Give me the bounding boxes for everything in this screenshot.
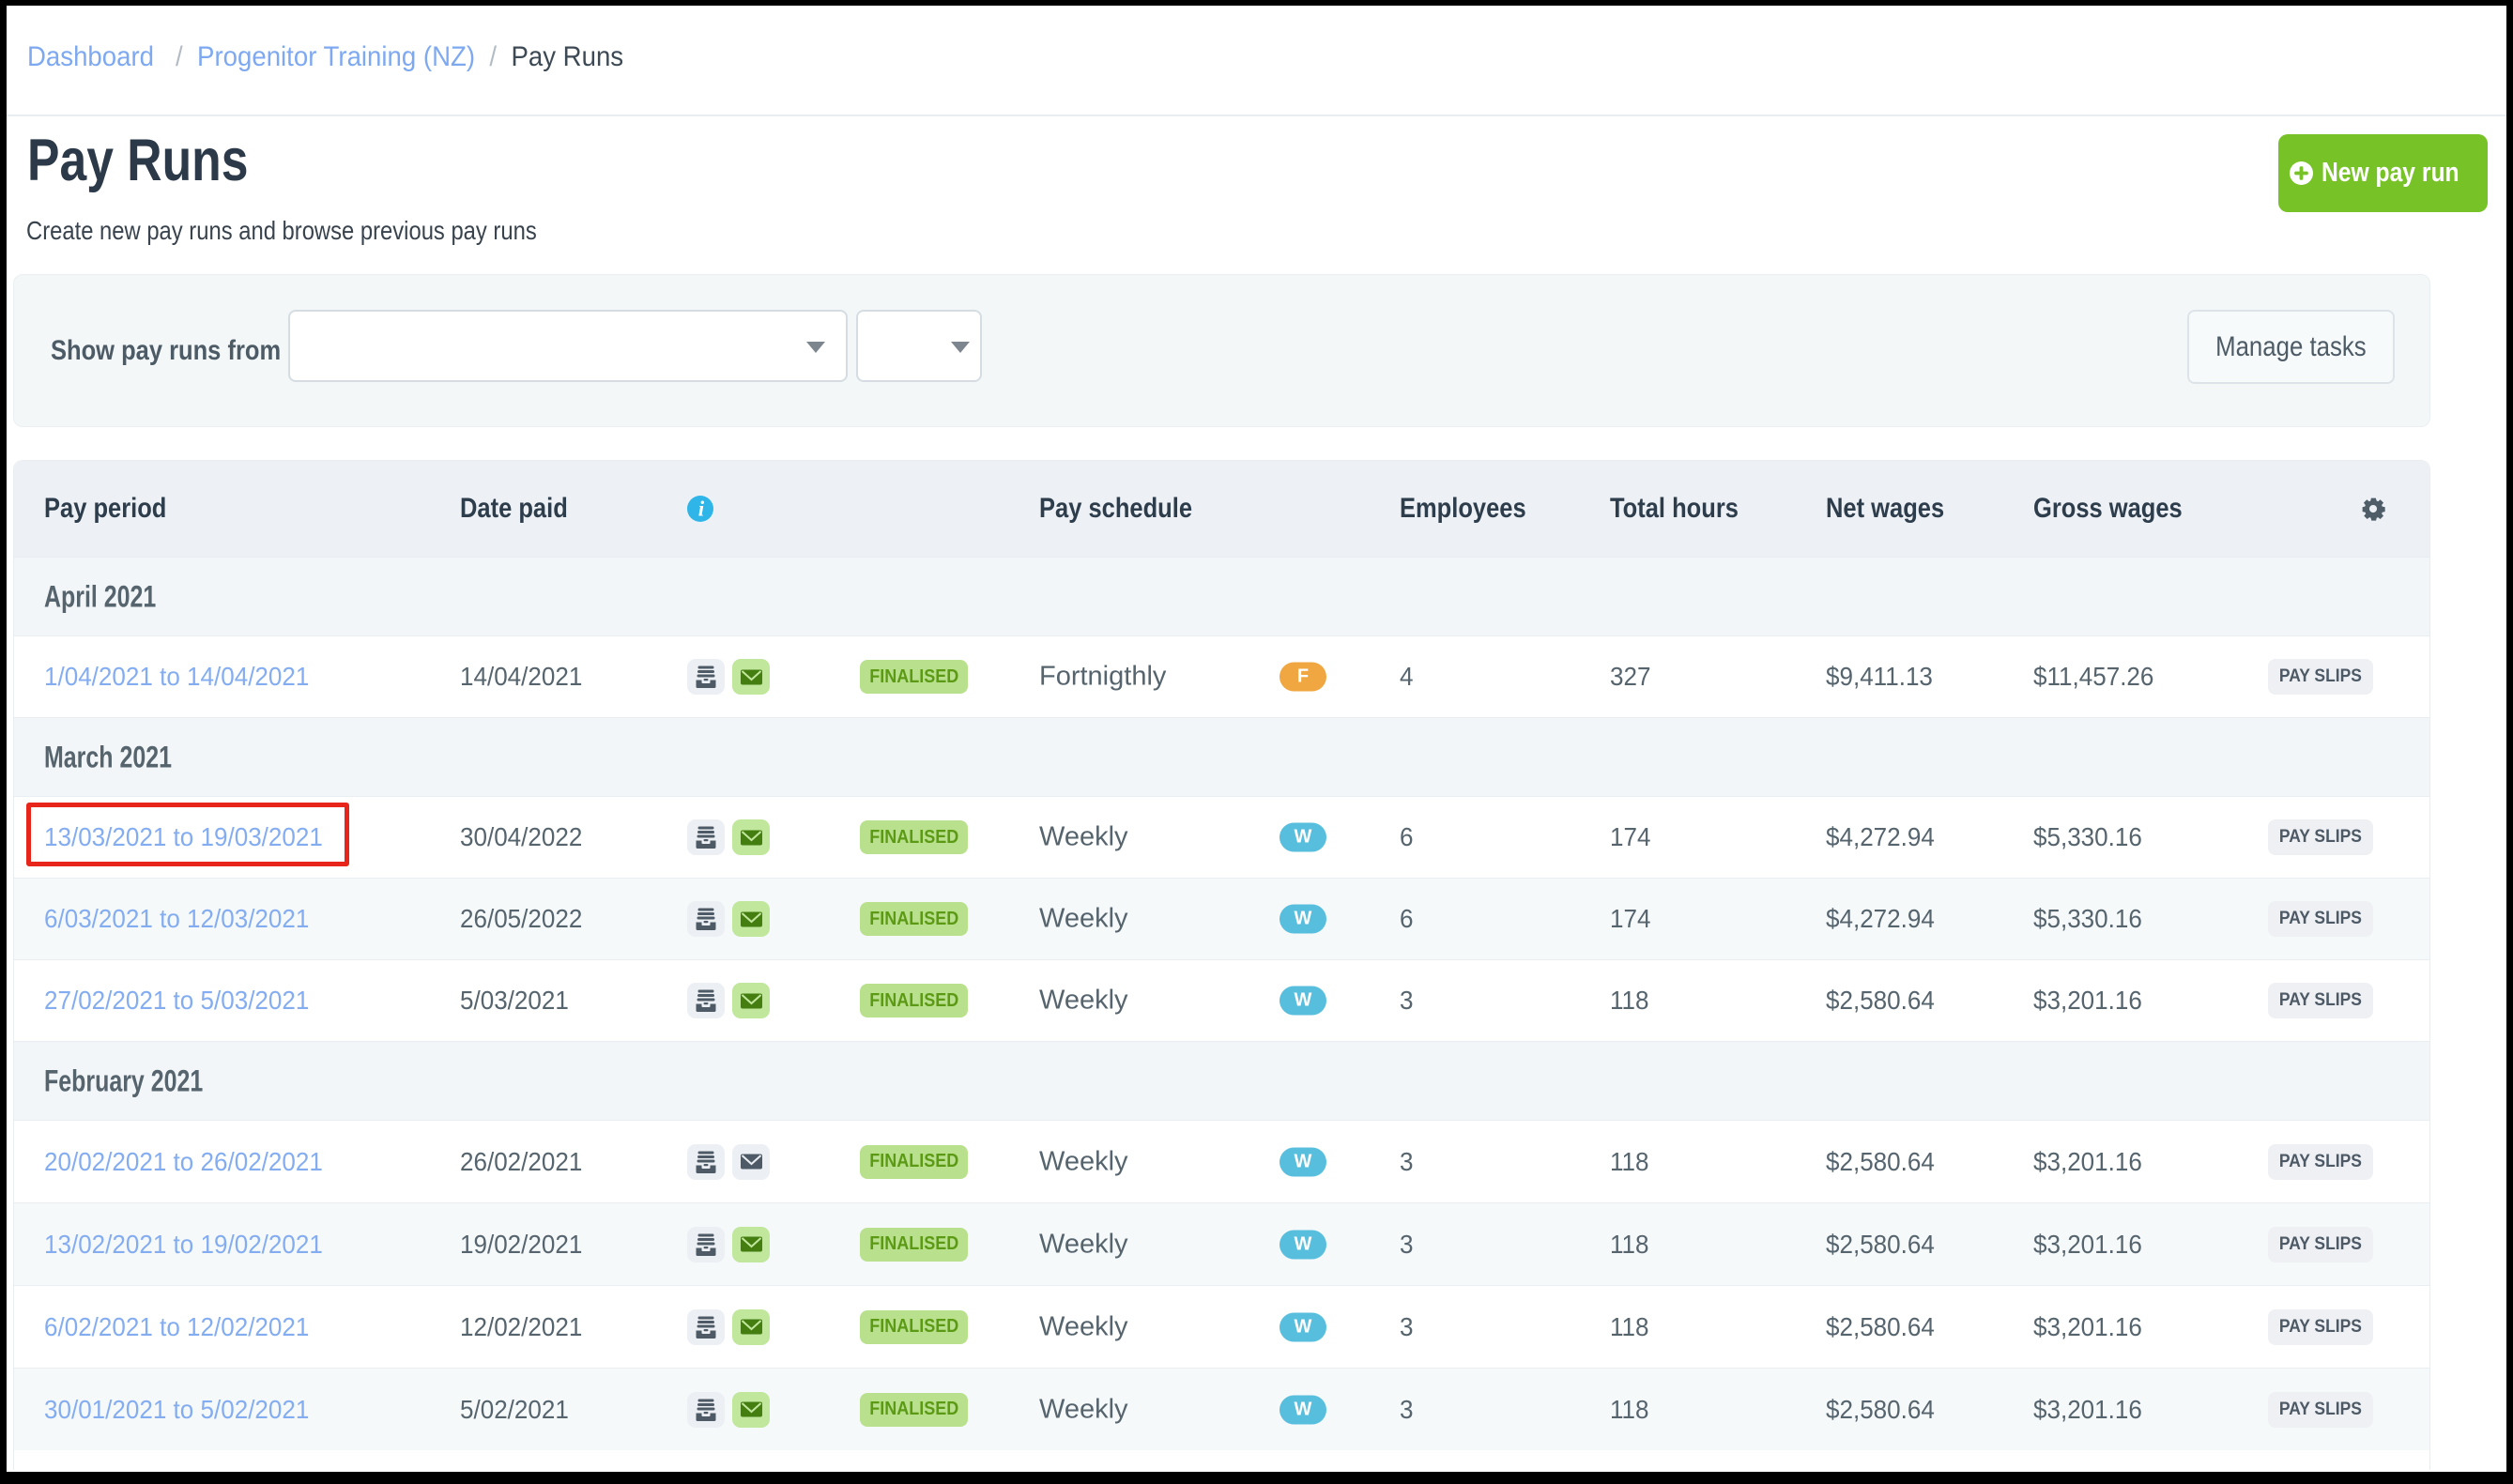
svg-text:i: i: [698, 497, 705, 521]
